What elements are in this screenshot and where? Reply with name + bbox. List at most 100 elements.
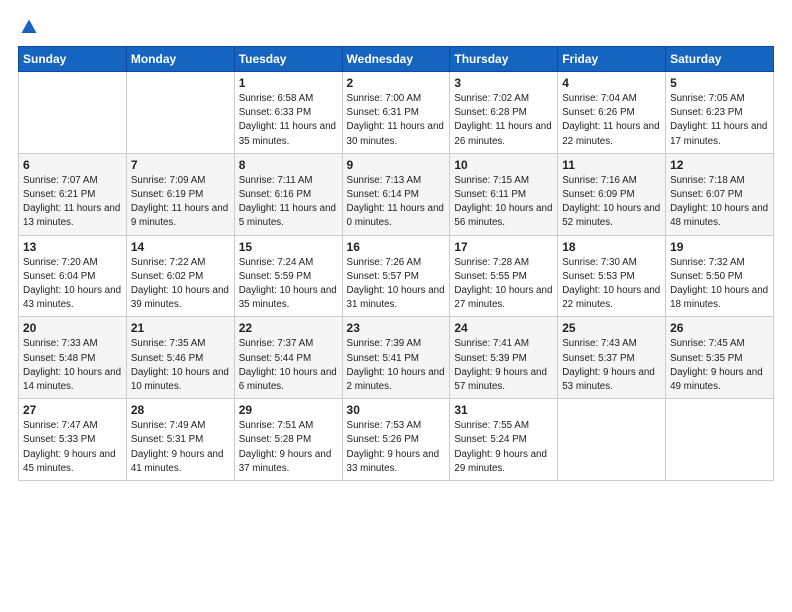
day-number: 22 [239, 321, 338, 335]
day-number: 14 [131, 240, 230, 254]
weekday-header-sunday: Sunday [19, 47, 127, 72]
logo [18, 18, 38, 36]
day-info: Sunrise: 7:11 AM Sunset: 6:16 PM Dayligh… [239, 174, 338, 231]
day-number: 17 [454, 240, 553, 254]
calendar-day-cell: 8 Sunrise: 7:11 AM Sunset: 6:16 PM Daylig… [234, 153, 342, 235]
day-number: 16 [347, 240, 446, 254]
day-number: 25 [562, 321, 661, 335]
calendar-day-cell: 14 Sunrise: 7:22 AM Sunset: 6:02 PM Dayli… [126, 235, 234, 317]
day-number: 24 [454, 321, 553, 335]
day-number: 7 [131, 158, 230, 172]
calendar-day-cell [558, 399, 666, 481]
day-info: Sunrise: 7:04 AM Sunset: 6:26 PM Dayligh… [562, 92, 661, 149]
calendar-day-cell: 13 Sunrise: 7:20 AM Sunset: 6:04 PM Dayli… [19, 235, 127, 317]
calendar-day-cell: 25 Sunrise: 7:43 AM Sunset: 5:37 PM Dayli… [558, 317, 666, 399]
calendar-day-cell: 12 Sunrise: 7:18 AM Sunset: 6:07 PM Dayli… [666, 153, 774, 235]
day-number: 10 [454, 158, 553, 172]
day-number: 28 [131, 403, 230, 417]
day-info: Sunrise: 7:33 AM Sunset: 5:48 PM Dayligh… [23, 337, 122, 394]
weekday-header-thursday: Thursday [450, 47, 558, 72]
day-info: Sunrise: 7:18 AM Sunset: 6:07 PM Dayligh… [670, 174, 769, 231]
day-info: Sunrise: 7:09 AM Sunset: 6:19 PM Dayligh… [131, 174, 230, 231]
calendar-day-cell [666, 399, 774, 481]
day-info: Sunrise: 7:16 AM Sunset: 6:09 PM Dayligh… [562, 174, 661, 231]
day-number: 30 [347, 403, 446, 417]
day-number: 1 [239, 76, 338, 90]
calendar-day-cell: 10 Sunrise: 7:15 AM Sunset: 6:11 PM Dayli… [450, 153, 558, 235]
calendar-day-cell: 28 Sunrise: 7:49 AM Sunset: 5:31 PM Dayli… [126, 399, 234, 481]
weekday-header-friday: Friday [558, 47, 666, 72]
calendar-day-cell: 6 Sunrise: 7:07 AM Sunset: 6:21 PM Daylig… [19, 153, 127, 235]
day-number: 3 [454, 76, 553, 90]
calendar-table: SundayMondayTuesdayWednesdayThursdayFrid… [18, 46, 774, 481]
day-info: Sunrise: 7:49 AM Sunset: 5:31 PM Dayligh… [131, 419, 230, 476]
day-number: 19 [670, 240, 769, 254]
day-number: 18 [562, 240, 661, 254]
day-info: Sunrise: 7:47 AM Sunset: 5:33 PM Dayligh… [23, 419, 122, 476]
day-info: Sunrise: 7:39 AM Sunset: 5:41 PM Dayligh… [347, 337, 446, 394]
day-number: 13 [23, 240, 122, 254]
header [18, 18, 774, 36]
day-number: 5 [670, 76, 769, 90]
day-number: 6 [23, 158, 122, 172]
calendar-day-cell: 17 Sunrise: 7:28 AM Sunset: 5:55 PM Dayli… [450, 235, 558, 317]
calendar-week-row: 1Sunrise: 6:58 AM Sunset: 6:33 PM Daylig… [19, 72, 774, 154]
day-info: Sunrise: 7:51 AM Sunset: 5:28 PM Dayligh… [239, 419, 338, 476]
calendar-day-cell: 24 Sunrise: 7:41 AM Sunset: 5:39 PM Dayli… [450, 317, 558, 399]
day-number: 8 [239, 158, 338, 172]
day-info: Sunrise: 7:45 AM Sunset: 5:35 PM Dayligh… [670, 337, 769, 394]
logo-icon [20, 18, 38, 36]
day-info: Sunrise: 7:00 AM Sunset: 6:31 PM Dayligh… [347, 92, 446, 149]
weekday-header-tuesday: Tuesday [234, 47, 342, 72]
weekday-header-wednesday: Wednesday [342, 47, 450, 72]
day-number: 21 [131, 321, 230, 335]
day-info: Sunrise: 7:30 AM Sunset: 5:53 PM Dayligh… [562, 256, 661, 313]
calendar-day-cell: 16 Sunrise: 7:26 AM Sunset: 5:57 PM Dayli… [342, 235, 450, 317]
day-number: 11 [562, 158, 661, 172]
day-info: Sunrise: 7:13 AM Sunset: 6:14 PM Dayligh… [347, 174, 446, 231]
day-number: 2 [347, 76, 446, 90]
calendar-day-cell: 22 Sunrise: 7:37 AM Sunset: 5:44 PM Dayli… [234, 317, 342, 399]
day-number: 31 [454, 403, 553, 417]
day-number: 12 [670, 158, 769, 172]
calendar-day-cell: 21 Sunrise: 7:35 AM Sunset: 5:46 PM Dayli… [126, 317, 234, 399]
calendar-day-cell: 7 Sunrise: 7:09 AM Sunset: 6:19 PM Daylig… [126, 153, 234, 235]
calendar-day-cell: 27Sunrise: 7:47 AM Sunset: 5:33 PM Dayli… [19, 399, 127, 481]
calendar-day-cell: 4 Sunrise: 7:04 AM Sunset: 6:26 PM Daylig… [558, 72, 666, 154]
calendar-header-row: SundayMondayTuesdayWednesdayThursdayFrid… [19, 47, 774, 72]
calendar-week-row: 6 Sunrise: 7:07 AM Sunset: 6:21 PM Daylig… [19, 153, 774, 235]
calendar-day-cell: 18 Sunrise: 7:30 AM Sunset: 5:53 PM Dayli… [558, 235, 666, 317]
day-info: Sunrise: 7:24 AM Sunset: 5:59 PM Dayligh… [239, 256, 338, 313]
calendar-day-cell: 2 Sunrise: 7:00 AM Sunset: 6:31 PM Daylig… [342, 72, 450, 154]
calendar-week-row: 20Sunrise: 7:33 AM Sunset: 5:48 PM Dayli… [19, 317, 774, 399]
day-number: 29 [239, 403, 338, 417]
calendar-week-row: 13 Sunrise: 7:20 AM Sunset: 6:04 PM Dayli… [19, 235, 774, 317]
day-info: Sunrise: 7:55 AM Sunset: 5:24 PM Dayligh… [454, 419, 553, 476]
calendar-day-cell: 9 Sunrise: 7:13 AM Sunset: 6:14 PM Daylig… [342, 153, 450, 235]
day-number: 26 [670, 321, 769, 335]
day-info: Sunrise: 7:32 AM Sunset: 5:50 PM Dayligh… [670, 256, 769, 313]
calendar-day-cell: 15Sunrise: 7:24 AM Sunset: 5:59 PM Dayli… [234, 235, 342, 317]
day-info: Sunrise: 7:22 AM Sunset: 6:02 PM Dayligh… [131, 256, 230, 313]
page: SundayMondayTuesdayWednesdayThursdayFrid… [0, 0, 792, 612]
weekday-header-monday: Monday [126, 47, 234, 72]
day-info: Sunrise: 7:07 AM Sunset: 6:21 PM Dayligh… [23, 174, 122, 231]
calendar-day-cell: 20Sunrise: 7:33 AM Sunset: 5:48 PM Dayli… [19, 317, 127, 399]
calendar-day-cell: 19 Sunrise: 7:32 AM Sunset: 5:50 PM Dayli… [666, 235, 774, 317]
day-info: Sunrise: 7:43 AM Sunset: 5:37 PM Dayligh… [562, 337, 661, 394]
calendar-day-cell: 1Sunrise: 6:58 AM Sunset: 6:33 PM Daylig… [234, 72, 342, 154]
day-info: Sunrise: 7:02 AM Sunset: 6:28 PM Dayligh… [454, 92, 553, 149]
calendar-day-cell: 5 Sunrise: 7:05 AM Sunset: 6:23 PM Daylig… [666, 72, 774, 154]
day-info: Sunrise: 7:37 AM Sunset: 5:44 PM Dayligh… [239, 337, 338, 394]
day-info: Sunrise: 7:26 AM Sunset: 5:57 PM Dayligh… [347, 256, 446, 313]
day-number: 4 [562, 76, 661, 90]
day-info: Sunrise: 7:41 AM Sunset: 5:39 PM Dayligh… [454, 337, 553, 394]
calendar-day-cell: 11 Sunrise: 7:16 AM Sunset: 6:09 PM Dayli… [558, 153, 666, 235]
calendar-day-cell: 3 Sunrise: 7:02 AM Sunset: 6:28 PM Daylig… [450, 72, 558, 154]
day-info: Sunrise: 7:15 AM Sunset: 6:11 PM Dayligh… [454, 174, 553, 231]
day-info: Sunrise: 7:28 AM Sunset: 5:55 PM Dayligh… [454, 256, 553, 313]
day-number: 9 [347, 158, 446, 172]
day-info: Sunrise: 7:35 AM Sunset: 5:46 PM Dayligh… [131, 337, 230, 394]
day-info: Sunrise: 7:05 AM Sunset: 6:23 PM Dayligh… [670, 92, 769, 149]
day-info: Sunrise: 7:20 AM Sunset: 6:04 PM Dayligh… [23, 256, 122, 313]
